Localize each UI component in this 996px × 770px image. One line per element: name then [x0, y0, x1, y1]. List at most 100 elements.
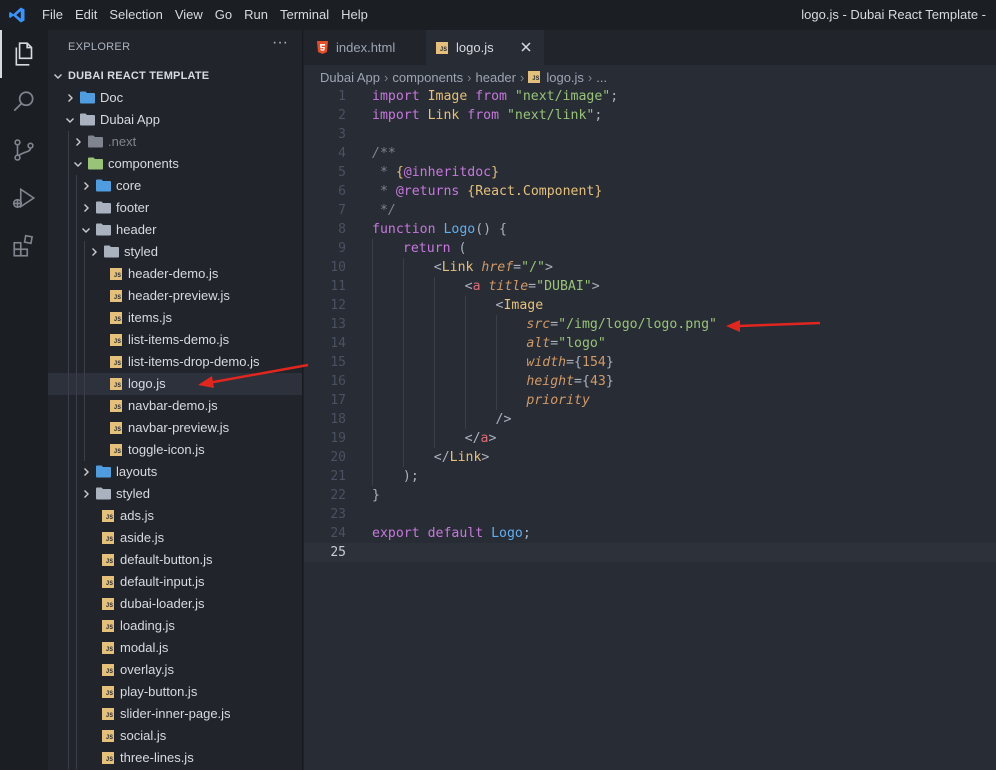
- indent-guide: [68, 175, 69, 197]
- menu-run[interactable]: Run: [238, 0, 274, 30]
- code-text: import Link from "next/link";: [372, 106, 602, 125]
- breadcrumb-item[interactable]: Dubai App: [320, 70, 380, 85]
- folder-icon: [96, 465, 111, 479]
- tree-folder[interactable]: Dubai App: [48, 109, 302, 131]
- indent-guide: [84, 307, 85, 329]
- extensions-icon[interactable]: [0, 222, 48, 270]
- tree-file[interactable]: JS logo.js: [48, 373, 302, 395]
- menu-file[interactable]: File: [36, 0, 69, 30]
- indent-guide: [68, 571, 69, 593]
- chevron-right-icon: [80, 483, 92, 505]
- menu-terminal[interactable]: Terminal: [274, 0, 335, 30]
- code-token: </: [433, 450, 450, 465]
- tree-file[interactable]: JS play-button.js: [48, 681, 302, 703]
- tree-item-label: dubai-loader.js: [120, 596, 205, 611]
- indent-guide: [68, 241, 69, 263]
- breadcrumb-item[interactable]: components: [392, 70, 463, 85]
- tree-folder[interactable]: styled: [48, 483, 302, 505]
- tab-index-html[interactable]: index.html: [304, 30, 424, 65]
- code-token: priority: [526, 393, 590, 408]
- explorer-icon[interactable]: [0, 30, 48, 78]
- menu-edit[interactable]: Edit: [69, 0, 103, 30]
- tree-file[interactable]: JS toggle-icon.js: [48, 439, 302, 461]
- indent-guide: [464, 391, 466, 410]
- breadcrumb-item[interactable]: ...: [596, 70, 607, 85]
- breadcrumb-item[interactable]: header: [476, 70, 516, 85]
- menu-help[interactable]: Help: [335, 0, 374, 30]
- tree-file[interactable]: JS items.js: [48, 307, 302, 329]
- code-text: <Link href="/">: [434, 258, 553, 277]
- source-control-icon[interactable]: [0, 126, 48, 174]
- code-token: import: [372, 89, 428, 104]
- code-token: ;: [610, 89, 619, 104]
- tree-file[interactable]: JS three-lines.js: [48, 747, 302, 769]
- code-token: ;: [522, 526, 531, 541]
- code-text: import Image from "next/image";: [372, 87, 618, 106]
- code-token: return: [402, 241, 459, 256]
- tree-item-label: layouts: [116, 464, 158, 479]
- indent-guide: [68, 681, 69, 703]
- menu-go[interactable]: Go: [209, 0, 238, 30]
- menu-view[interactable]: View: [169, 0, 209, 30]
- tree-file[interactable]: JS default-button.js: [48, 549, 302, 571]
- tree-folder[interactable]: header: [48, 219, 302, 241]
- indent-guide: [372, 391, 373, 410]
- code-editor[interactable]: 1 import Image from "next/image"; 2 import …: [304, 87, 996, 562]
- line-number: 19: [330, 431, 346, 446]
- run-debug-icon[interactable]: [0, 174, 48, 222]
- tree-file[interactable]: JS list-items-drop-demo.js: [48, 351, 302, 373]
- tree-file[interactable]: JS navbar-demo.js: [48, 395, 302, 417]
- js-file-icon: JS: [110, 356, 122, 368]
- tree-file[interactable]: JS aside.js: [48, 527, 302, 549]
- indent-guide: [372, 296, 373, 315]
- indent-guide: [68, 395, 69, 417]
- code-token: "DUBAI": [536, 279, 592, 294]
- tree-file[interactable]: JS modal.js: [48, 637, 302, 659]
- tree-folder[interactable]: components: [48, 153, 302, 175]
- code-token: from: [467, 108, 507, 123]
- line-number: 4: [338, 146, 346, 161]
- menu-selection[interactable]: Selection: [103, 0, 168, 30]
- workspace-root[interactable]: DUBAI REACT TEMPLATE: [48, 65, 302, 87]
- tree-file[interactable]: JS slider-inner-page.js: [48, 703, 302, 725]
- tree-file[interactable]: JS navbar-preview.js: [48, 417, 302, 439]
- tree-folder[interactable]: .next: [48, 131, 302, 153]
- close-tab-icon[interactable]: [518, 39, 534, 55]
- folder-icon: [96, 487, 111, 501]
- code-token: Link: [427, 108, 468, 123]
- tree-file[interactable]: JS social.js: [48, 725, 302, 747]
- tree-file[interactable]: JS list-items-demo.js: [48, 329, 302, 351]
- tree-file[interactable]: JS header-preview.js: [48, 285, 302, 307]
- tree-folder[interactable]: styled: [48, 241, 302, 263]
- code-token: */: [372, 203, 396, 218]
- tree-item-label: modal.js: [120, 640, 169, 655]
- tree-item-label: slider-inner-page.js: [120, 706, 231, 721]
- tree-folder[interactable]: core: [48, 175, 302, 197]
- tree-file[interactable]: JS header-demo.js: [48, 263, 302, 285]
- code-token: import: [372, 108, 428, 123]
- code-token: Link: [449, 450, 482, 465]
- indent-guide: [68, 439, 69, 461]
- tree-file[interactable]: JS dubai-loader.js: [48, 593, 302, 615]
- indent-guide: [495, 353, 497, 372]
- js-file-icon: JS: [102, 554, 114, 566]
- tab-logo-js[interactable]: JS logo.js: [426, 30, 544, 65]
- indent-guide: [402, 372, 404, 391]
- workspace-root-label: DUBAI REACT TEMPLATE: [68, 70, 210, 82]
- indent-guide: [76, 725, 77, 747]
- more-actions-icon[interactable]: ···: [272, 34, 288, 52]
- code-token: =: [528, 279, 537, 294]
- tree-folder[interactable]: Doc: [48, 87, 302, 109]
- tree-folder[interactable]: layouts: [48, 461, 302, 483]
- indent-guide: [68, 307, 69, 329]
- tree-file[interactable]: JS loading.js: [48, 615, 302, 637]
- tree-file[interactable]: JS default-input.js: [48, 571, 302, 593]
- breadcrumb-item[interactable]: logo.js: [546, 70, 584, 85]
- chevron-right-icon: [80, 197, 92, 219]
- search-icon[interactable]: [0, 78, 48, 126]
- chevron-down-icon: [72, 153, 84, 175]
- tree-file[interactable]: JS overlay.js: [48, 659, 302, 681]
- tree-folder[interactable]: footer: [48, 197, 302, 219]
- tree-file[interactable]: JS ads.js: [48, 505, 302, 527]
- code-token: function: [372, 222, 444, 237]
